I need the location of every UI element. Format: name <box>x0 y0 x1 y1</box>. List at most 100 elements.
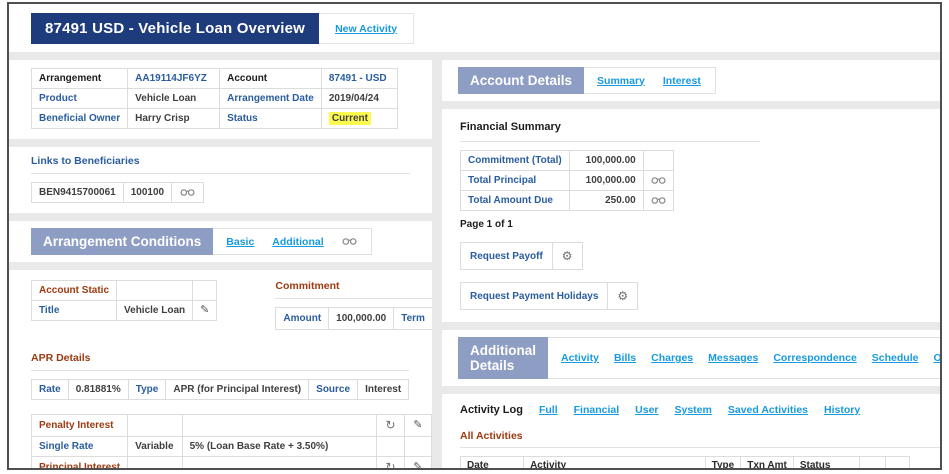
table-row: Principal Interest ↻ ✎ <box>30 456 432 470</box>
empty-cell <box>376 436 405 457</box>
view-beneficiary-icon[interactable] <box>171 182 205 203</box>
type-label: Type <box>127 379 167 400</box>
financial-summary-block: Financial Summary Commitment (Total) 100… <box>460 121 760 310</box>
account-details-title: Account Details <box>458 67 585 94</box>
commitment-block: Commitment Amount 100,000.00 Term 1Y ↻ ✎ <box>275 280 432 330</box>
new-activity-link[interactable]: New Activity <box>335 23 397 35</box>
request-payoff-label: Request Payoff <box>470 250 543 262</box>
tab-basic[interactable]: Basic <box>226 236 254 248</box>
tab-bills[interactable]: Bills <box>614 352 636 364</box>
account-static-table: Account Static Title Vehicle Loan ✎ <box>30 280 218 321</box>
refresh-penalty-icon[interactable]: ↻ <box>376 414 405 437</box>
additional-details-header-card: Additional Details Activity Bills Charge… <box>442 330 940 386</box>
rate-value: 0.81881% <box>67 379 129 400</box>
edit-penalty-icon[interactable]: ✎ <box>403 414 432 437</box>
col-history <box>884 456 910 468</box>
arrangement-date-label: Arrangement Date <box>219 88 322 109</box>
arrangement-date-value: 2019/04/24 <box>320 88 398 109</box>
glasses-icon <box>651 177 666 184</box>
commitment-table: Amount 100,000.00 Term 1Y ↻ ✎ <box>275 307 432 330</box>
tab-messages[interactable]: Messages <box>708 352 758 364</box>
commitment-total-label: Commitment (Total) <box>460 150 570 171</box>
page-header: 87491 USD - Vehicle Loan Overview New Ac… <box>9 4 940 52</box>
col-view <box>858 456 886 468</box>
right-column: Account Details Summary Interest Financi… <box>442 60 940 468</box>
tab-activity[interactable]: Activity <box>561 352 599 364</box>
arrangement-id[interactable]: AA19114JF6YZ <box>127 68 221 89</box>
empty-cell <box>181 456 378 468</box>
request-payment-holidays-label: Request Payment Holidays <box>470 290 599 302</box>
glasses-icon <box>342 237 357 245</box>
refresh-principal-icon[interactable]: ↻ <box>376 456 405 470</box>
table-row: BEN9415700061 100100 <box>31 182 205 203</box>
beneficiary-code: 100100 <box>122 182 173 203</box>
request-payment-holidays-button[interactable]: Request Payment Holidays ⚙ <box>460 270 760 310</box>
arrangement-conditions-title: Arrangement Conditions <box>31 228 214 255</box>
refresh-icon: ↻ <box>385 460 396 470</box>
view-principal-icon[interactable] <box>642 170 674 191</box>
financial-summary-table: Commitment (Total) 100,000.00 Total Prin… <box>460 150 674 211</box>
total-amount-due-value: 250.00 <box>568 190 644 211</box>
total-principal-label: Total Principal <box>460 170 570 191</box>
commitment-heading: Commitment <box>275 280 340 292</box>
arrangement-conditions-header: Arrangement Conditions Basic Additional <box>31 228 372 255</box>
all-activities-heading: All Activities <box>460 430 523 442</box>
view-amount-due-icon[interactable] <box>642 190 674 211</box>
empty-cell <box>127 456 183 468</box>
edit-title-icon[interactable]: ✎ <box>192 300 218 321</box>
tab-interest[interactable]: Interest <box>663 75 701 87</box>
table-row: Single Rate Variable 5% (Loan Base Rate … <box>30 436 432 457</box>
tab-schedule[interactable]: Schedule <box>872 352 919 364</box>
table-row: Amount 100,000.00 Term 1Y ↻ ✎ <box>275 307 432 330</box>
type-value: APR (for Principal Interest) <box>165 379 310 400</box>
additional-details-header: Additional Details Activity Bills Charge… <box>458 337 940 379</box>
table-row: Title Vehicle Loan ✎ <box>30 300 218 321</box>
tab-full[interactable]: Full <box>539 404 558 416</box>
tab-history[interactable]: History <box>824 404 860 416</box>
tab-user[interactable]: User <box>635 404 658 416</box>
tab-saved-activities[interactable]: Saved Activities <box>728 404 808 416</box>
static-and-commitment-row: Account Static Title Vehicle Loan ✎ Comm… <box>30 280 432 330</box>
col-activity: Activity <box>523 456 706 468</box>
divider <box>31 173 410 174</box>
tab-system[interactable]: System <box>675 404 712 416</box>
tab-overdue[interactable]: Overdue <box>933 352 940 364</box>
tab-charges[interactable]: Charges <box>651 352 693 364</box>
col-txn-amt: Txn Amt <box>740 456 794 468</box>
empty-cell <box>642 150 674 171</box>
left-column: Arrangement AA19114JF6YZ Account 87491 -… <box>9 60 432 470</box>
edit-principal-icon[interactable]: ✎ <box>403 456 432 468</box>
activity-log-card: Activity Log Full Financial User System … <box>442 394 940 468</box>
penalty-rate-value: 5% (Loan Base Rate + 3.50%) <box>181 436 378 457</box>
pencil-icon: ✎ <box>413 419 423 431</box>
tab-financial[interactable]: Financial <box>574 404 620 416</box>
account-label: Account <box>219 68 322 89</box>
beneficiary-table: BEN9415700061 100100 <box>31 182 205 203</box>
account-details-tabs: Summary Interest <box>583 75 715 87</box>
apr-details-table: Rate 0.81881% Type APR (for Principal In… <box>31 379 410 400</box>
request-payoff-button[interactable]: Request Payoff ⚙ <box>460 230 760 270</box>
amount-label: Amount <box>275 307 330 330</box>
tab-additional[interactable]: Additional <box>272 236 323 248</box>
tab-correspondence[interactable]: Correspondence <box>773 352 856 364</box>
divider <box>460 141 760 142</box>
tab-summary[interactable]: Summary <box>597 75 645 87</box>
table-row: Arrangement AA19114JF6YZ Account 87491 -… <box>30 68 398 89</box>
divider <box>31 370 409 371</box>
account-static-heading: Account Static <box>30 280 118 301</box>
financial-card: Financial Summary Commitment (Total) 100… <box>442 109 940 322</box>
account-id[interactable]: 87491 - USD <box>320 68 398 89</box>
term-label: Term <box>393 307 432 330</box>
source-value: Interest <box>357 379 410 400</box>
activity-log-header: Activity Log Full Financial User System … <box>460 404 940 416</box>
view-conditions-icon[interactable] <box>342 233 357 251</box>
arrangement-overview-card: Arrangement AA19114JF6YZ Account 87491 -… <box>9 60 432 139</box>
account-details-header-card: Account Details Summary Interest <box>442 60 940 101</box>
glasses-icon <box>180 189 195 196</box>
refresh-icon: ↻ <box>385 418 396 432</box>
empty-cell <box>127 414 183 437</box>
product-value: Vehicle Loan <box>127 88 221 109</box>
rate-label: Rate <box>31 379 69 400</box>
status-label: Status <box>219 108 322 129</box>
divider <box>275 298 432 299</box>
